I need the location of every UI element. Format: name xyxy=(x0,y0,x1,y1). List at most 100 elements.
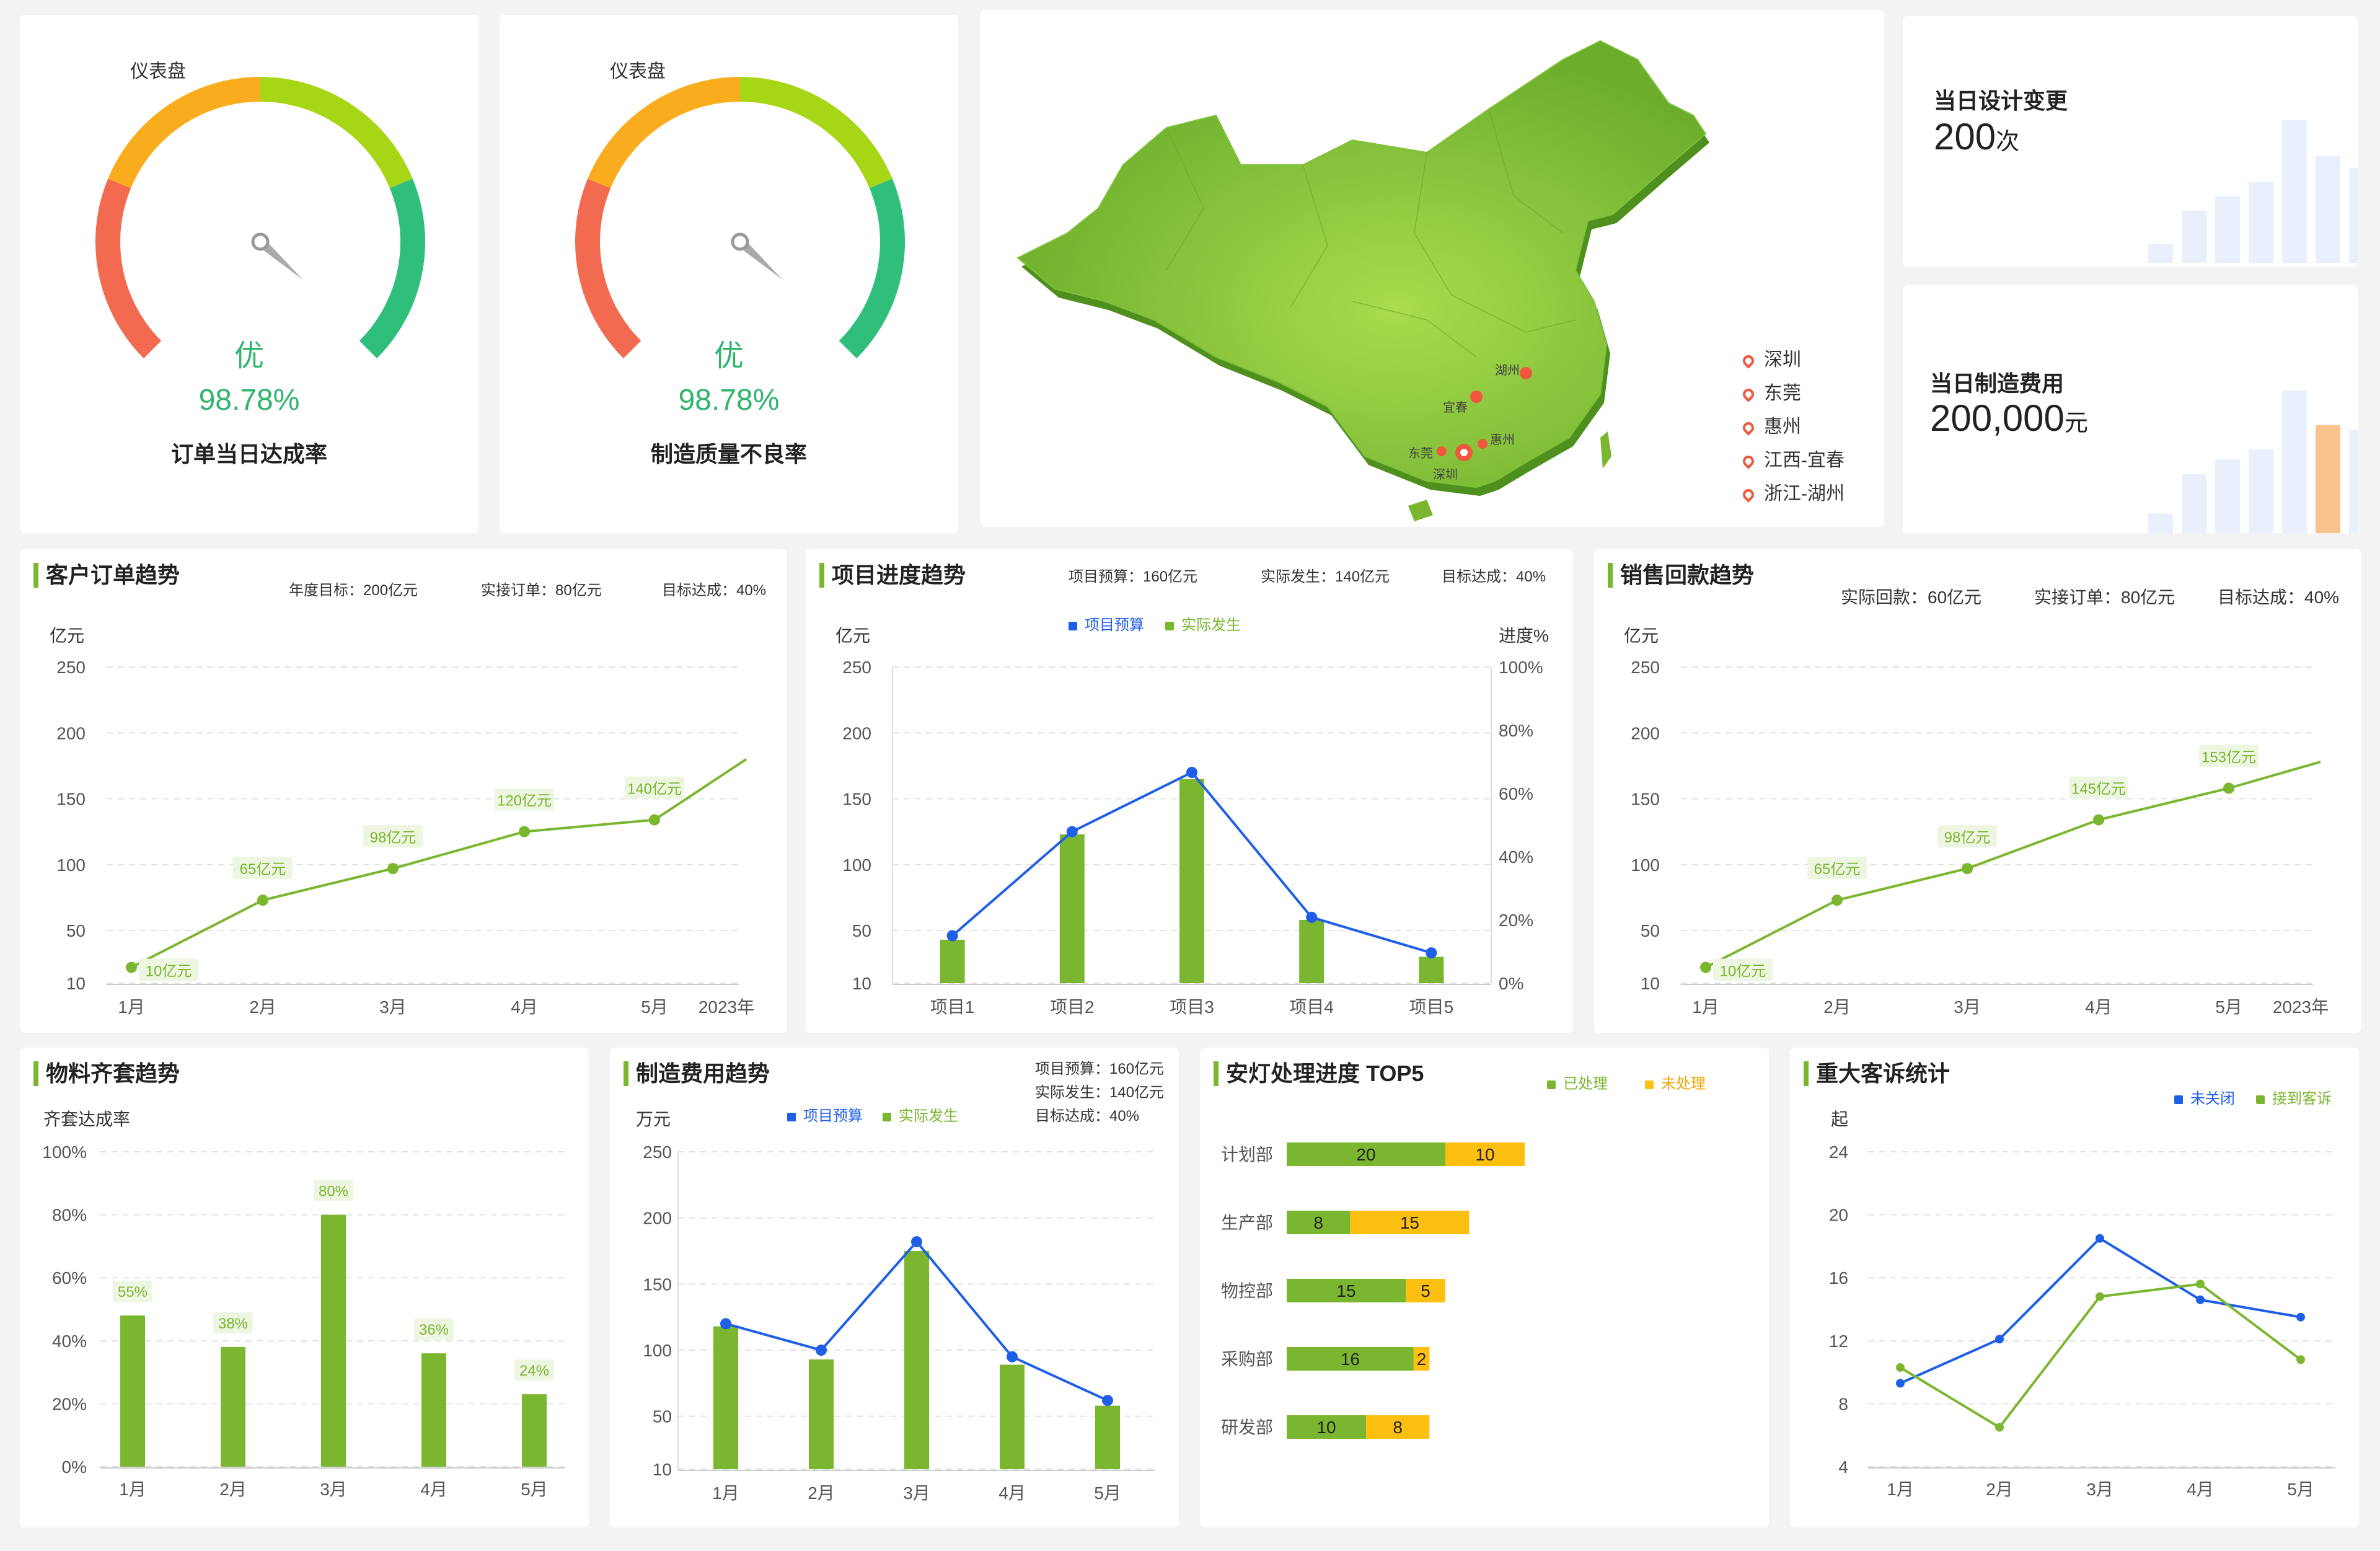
complaints-card: 重大客诉统计 未关闭 接到客诉 起 4 8 12 16 20 24 1月 2月 3月 4月 5月 xyxy=(1790,1048,2359,1527)
map-legend-item[interactable]: 深圳 xyxy=(1740,343,1844,377)
data-point xyxy=(1102,1395,1113,1407)
data-label: 98亿元 xyxy=(1944,829,1991,846)
bar xyxy=(221,1346,245,1467)
kpi-bar xyxy=(2349,430,2358,533)
map-pin-shenzhen[interactable] xyxy=(1455,444,1473,461)
kpi-bars-design-changes xyxy=(2148,120,2358,263)
gauge-card-1: 仪表盘 优 98.78% 订单当日达成率 xyxy=(20,15,478,533)
kpi-bar xyxy=(2249,182,2273,263)
andon-chart: 计划部 20 10 生产部 8 15 物控部 15 5 采购部 16 2 研发部 10 8 xyxy=(1221,1142,1525,1439)
x-tick-label: 项目5 xyxy=(1409,997,1454,1017)
map-pin-icon xyxy=(1740,353,1756,369)
kpi-bar xyxy=(2316,425,2340,533)
data-label: 98亿元 xyxy=(370,829,416,846)
map-pin-huzhou[interactable] xyxy=(1520,367,1532,379)
data-label: 10亿元 xyxy=(146,963,192,980)
x-tick-label: 3月 xyxy=(379,997,407,1017)
y-tick-label: 8 xyxy=(1838,1394,1848,1413)
data-point xyxy=(2096,1234,2104,1243)
gauge-label: 仪表盘 xyxy=(610,61,666,82)
bar xyxy=(522,1394,547,1467)
data-label: 140亿元 xyxy=(627,781,682,798)
data-point xyxy=(2296,1312,2305,1322)
gauge-hub xyxy=(731,232,749,251)
data-point xyxy=(1186,767,1197,778)
data-label: 80% xyxy=(319,1183,348,1200)
gauge-card-2: 仪表盘 优 98.78% 制造质量不良率 xyxy=(500,15,958,533)
map-legend-item[interactable]: 惠州 xyxy=(1740,410,1844,444)
y-tick-label: 100 xyxy=(56,855,86,875)
x-tick-label: 2月 xyxy=(808,1483,835,1503)
kpi-bar xyxy=(2215,196,2240,263)
map-pin-yichun[interactable] xyxy=(1470,391,1483,403)
y-tick-label: 100 xyxy=(842,855,871,875)
customer-orders-card: 客户订单趋势 年度目标：200亿元 实接订单：80亿元 目标达成：40% 亿元 … xyxy=(20,549,787,1033)
data-label: 65亿元 xyxy=(240,861,286,878)
x-tick-label: 2023年 xyxy=(699,997,754,1017)
bar xyxy=(1179,779,1204,983)
y-tick-label: 150 xyxy=(1631,790,1660,809)
y-tick-label: 0% xyxy=(62,1457,87,1477)
data-point xyxy=(2093,814,2104,826)
map-hainan xyxy=(1408,500,1433,521)
gauge-segment xyxy=(260,77,413,188)
bar xyxy=(321,1214,346,1467)
data-point xyxy=(911,1236,922,1248)
map-card: 湖州 宜春 惠州 东莞 深圳 深圳 东莞 惠州 江西-宜春 浙江-湖州 xyxy=(981,10,1884,527)
bar-value-label: 10 xyxy=(1316,1418,1336,1437)
y-tick-label: 50 xyxy=(653,1407,672,1426)
map-pin-huizhou[interactable] xyxy=(1478,439,1488,449)
data-point xyxy=(1066,826,1078,837)
x-tick-label: 1月 xyxy=(1887,1480,1914,1499)
bar-value-label: 16 xyxy=(1341,1350,1360,1369)
map-pin-icon xyxy=(1740,420,1756,436)
gauge-grade: 优 xyxy=(234,340,264,373)
y2-tick-label: 0% xyxy=(1499,974,1523,993)
kpi-bar xyxy=(2182,474,2206,533)
y-tick-label: 250 xyxy=(643,1142,672,1162)
map-pin-icon xyxy=(1740,386,1756,402)
customer-orders-chart: 10 50 100 150 200 250 1月 2月 3月 4月 5月 2023年 10亿元 65亿元 9… xyxy=(56,658,754,1017)
gauge-segment xyxy=(359,179,425,359)
map-legend-item[interactable]: 江西-宜春 xyxy=(1740,444,1844,477)
data-label: 153亿元 xyxy=(2202,749,2256,766)
y-tick-label: 60% xyxy=(52,1268,87,1288)
gauge-segment xyxy=(95,179,162,359)
map-legend-item[interactable]: 东莞 xyxy=(1740,377,1844,410)
data-point xyxy=(720,1318,731,1330)
sales-collection-chart: 10 50 100 150 200 250 1月 2月 3月 4月 5月 2023年 10亿元 65亿元 9… xyxy=(1631,658,2329,1017)
kpi-bar xyxy=(2282,120,2307,263)
x-tick-label: 3月 xyxy=(320,1480,347,1499)
data-point xyxy=(1306,911,1318,923)
gauge-segment xyxy=(108,77,261,188)
y-tick-label: 80% xyxy=(52,1206,87,1225)
map-taiwan xyxy=(1600,431,1611,469)
data-label: 10亿元 xyxy=(1720,963,1766,980)
data-label: 24% xyxy=(519,1363,549,1379)
x-tick-label: 1月 xyxy=(118,997,145,1017)
data-point xyxy=(257,895,268,906)
y-tick-label: 200 xyxy=(56,723,86,743)
data-point xyxy=(2296,1355,2305,1364)
map-legend-item[interactable]: 浙江-湖州 xyxy=(1740,477,1844,511)
bar xyxy=(1419,957,1444,983)
data-point xyxy=(1831,895,1843,906)
x-tick-label: 5月 xyxy=(1094,1483,1121,1503)
bar-value-label: 5 xyxy=(1421,1281,1430,1301)
y-tick-label: 20% xyxy=(52,1394,87,1413)
x-tick-label: 4月 xyxy=(420,1480,447,1499)
x-tick-label: 5月 xyxy=(641,997,668,1017)
y-tick-label: 24 xyxy=(1829,1142,1848,1162)
category-label: 研发部 xyxy=(1221,1418,1273,1437)
x-tick-label: 4月 xyxy=(2085,997,2112,1017)
y-tick-label: 200 xyxy=(842,723,871,743)
data-label: 36% xyxy=(419,1322,449,1338)
y-tick-label: 100% xyxy=(42,1142,87,1162)
map-pin-dongguan[interactable] xyxy=(1437,446,1447,456)
data-point xyxy=(387,863,399,875)
data-point xyxy=(946,930,958,942)
category-label: 采购部 xyxy=(1221,1350,1273,1369)
data-point xyxy=(1700,961,1711,973)
x-tick-label: 5月 xyxy=(2287,1480,2314,1499)
x-tick-label: 2月 xyxy=(1823,997,1851,1017)
